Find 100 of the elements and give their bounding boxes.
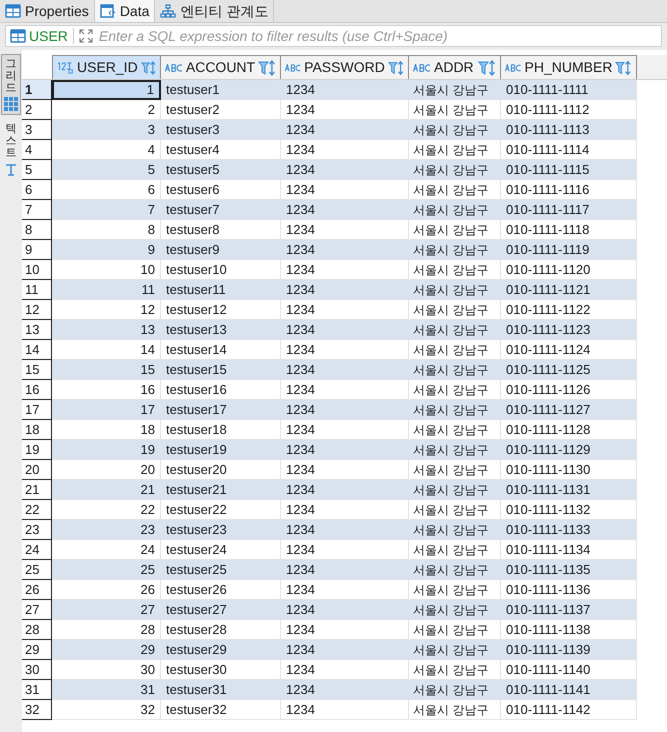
table-cell: testuser6 [161,180,281,200]
row-number: 27 [22,600,52,620]
table-cell: 서울시 강남구 [409,400,501,420]
table-cell: 서울시 강남구 [409,260,501,280]
table-cell: 11 [52,280,161,300]
row-number: 9 [22,240,52,260]
column-label: PASSWORD [304,58,385,77]
table-cell: 010-1111-1129 [501,440,637,460]
table-cell: testuser17 [161,400,281,420]
row-number: 16 [22,380,52,400]
table-cell: 010-1111-1137 [501,600,637,620]
tab[interactable]: Data [94,0,156,22]
row-number: 32 [22,700,52,720]
table-cell: testuser14 [161,340,281,360]
expand-icon[interactable] [78,29,93,43]
table-cell: testuser2 [161,100,281,120]
table-cell: 010-1111-1138 [501,620,637,640]
table-cell: 21 [52,480,161,500]
table-cell: 14 [52,340,161,360]
row-number: 7 [22,200,52,220]
filter-sort-icon[interactable] [615,60,632,76]
table-cell: 28 [52,620,161,640]
table-cell: 1 [52,80,161,100]
text-type-icon [413,64,431,72]
table-cell: testuser21 [161,480,281,500]
table-cell: testuser4 [161,140,281,160]
filter-sort-icon[interactable] [478,60,496,76]
table-cell: 15 [52,360,161,380]
table-cell: 010-1111-1134 [501,540,637,560]
filter-sort-icon[interactable] [140,60,156,76]
table-cell: 1234 [281,280,409,300]
text-icon [5,162,17,177]
table-cell: 010-1111-1119 [501,240,637,260]
row-number: 11 [22,280,52,300]
column-header[interactable]: USER_ID [52,55,161,79]
table-cell: 010-1111-1130 [501,460,637,480]
table-cell: 010-1111-1123 [501,320,637,340]
filter-sort-icon[interactable] [258,60,276,76]
table-cell: 서울시 강남구 [409,220,501,240]
row-number: 1 [22,80,52,100]
row-number: 15 [22,360,52,380]
table-cell: 29 [52,640,161,660]
column-header[interactable]: PH_NUMBER [501,55,637,79]
table-cell: 010-1111-1114 [501,140,637,160]
table-cell: 1234 [281,240,409,260]
table-cell: testuser5 [161,160,281,180]
column-header[interactable]: ADDR [409,55,501,79]
table-cell: 1234 [281,140,409,160]
row-number: 12 [22,300,52,320]
table-cell: 1234 [281,380,409,400]
table-cell: 서울시 강남구 [409,340,501,360]
table-cell: 1234 [281,420,409,440]
text-type-icon [505,64,522,72]
side-tab[interactable]: 그리드 [1,54,21,116]
number-key-icon [57,60,74,74]
table-cell: 1234 [281,500,409,520]
table-cell: 010-1111-1116 [501,180,637,200]
row-number: 23 [22,520,52,540]
column-label: PH_NUMBER [524,58,612,77]
table-cell: 서울시 강남구 [409,520,501,540]
table-cell: 26 [52,580,161,600]
table-cell: 010-1111-1113 [501,120,637,140]
table-cell: testuser15 [161,360,281,380]
table-cell: 24 [52,540,161,560]
table-cell: 1234 [281,80,409,100]
hierarchy-icon [160,4,176,18]
table-cell: 서울시 강남구 [409,200,501,220]
filter-sort-icon[interactable] [388,60,404,76]
table-cell: 서울시 강남구 [409,380,501,400]
table-cell: testuser24 [161,540,281,560]
table-cell: 8 [52,220,161,240]
table-cell: 2 [52,100,161,120]
column-label: ADDR [434,58,475,77]
table-cell: testuser28 [161,620,281,640]
table-cell: testuser30 [161,660,281,680]
text-type-icon [285,64,302,72]
side-tab[interactable]: 텍스트 [1,119,21,181]
table-cell: 9 [52,240,161,260]
column-header[interactable]: PASSWORD [281,55,409,79]
table-cell: 서울시 강남구 [409,180,501,200]
table-cell: 32 [52,700,161,720]
table-cell: 010-1111-1126 [501,380,637,400]
table-cell: 12 [52,300,161,320]
table-cell: testuser20 [161,460,281,480]
row-number: 17 [22,400,52,420]
table-cell: 4 [52,140,161,160]
table-cell: 17 [52,400,161,420]
table-cell: 010-1111-1132 [501,500,637,520]
table-cell: 1234 [281,220,409,240]
table-cell: 서울시 강남구 [409,280,501,300]
column-header[interactable]: ACCOUNT [161,55,281,79]
table-cell: 1234 [281,460,409,480]
row-number: 29 [22,640,52,660]
table-cell: 서울시 강남구 [409,360,501,380]
table-cell: 1234 [281,600,409,620]
table-cell: testuser13 [161,320,281,340]
table-cell: 1234 [281,360,409,380]
table-cell: 27 [52,600,161,620]
row-number: 14 [22,340,52,360]
row-number: 5 [22,160,52,180]
